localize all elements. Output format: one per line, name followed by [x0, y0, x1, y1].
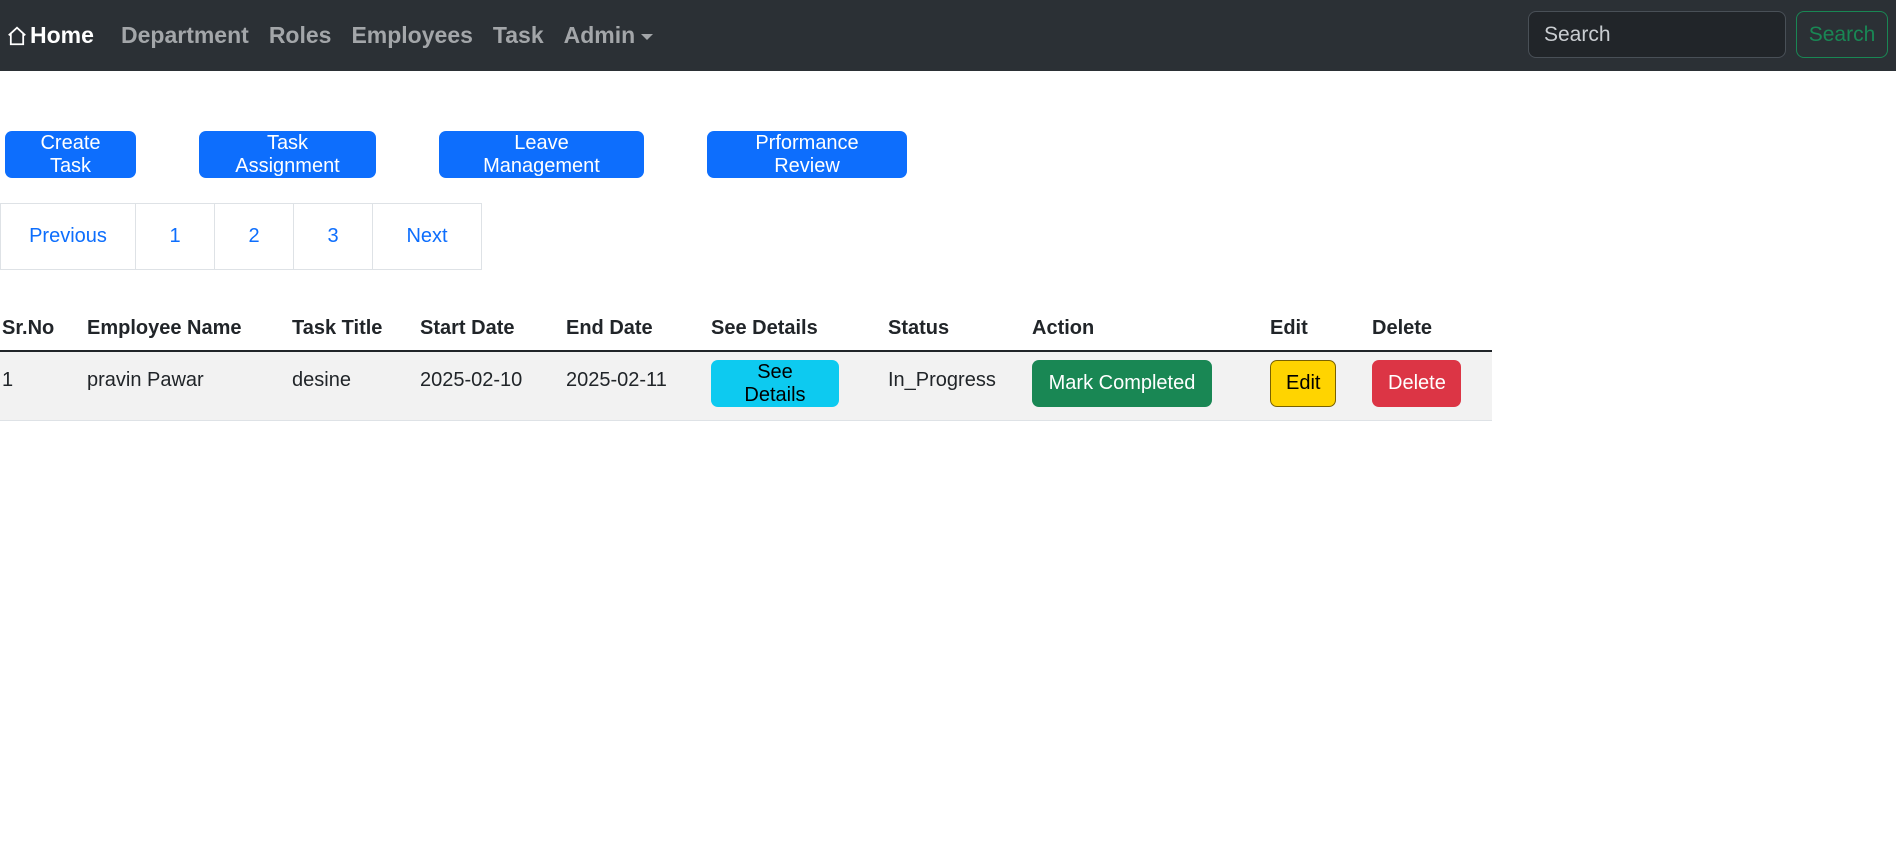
header-delete: Delete: [1372, 317, 1433, 339]
nav-employees[interactable]: Employees: [351, 22, 472, 49]
header-sr-no: Sr.No: [2, 317, 55, 339]
cell-see-details: See Details: [709, 351, 886, 420]
page-2[interactable]: 2: [214, 203, 294, 270]
header-end-date: End Date: [566, 317, 653, 339]
header-action: Action: [1032, 317, 1095, 339]
table-row: 1 pravin Pawar desine 2025-02-10 2025-02…: [0, 351, 1492, 420]
nav-department[interactable]: Department: [121, 22, 249, 49]
cell-employee-name: pravin Pawar: [87, 369, 204, 391]
performance-review-button[interactable]: Prformance Review: [707, 131, 907, 178]
create-task-button[interactable]: Create Task: [5, 131, 136, 178]
cell-start-date: 2025-02-10: [420, 369, 523, 391]
leave-management-button[interactable]: Leave Management: [439, 131, 644, 178]
page-next[interactable]: Next: [372, 203, 482, 270]
cell-action: Mark Completed: [1030, 351, 1268, 420]
search-input[interactable]: [1528, 11, 1786, 58]
edit-button[interactable]: Edit: [1270, 360, 1336, 407]
header-edit: Edit: [1270, 317, 1308, 339]
table-header: Sr.No Employee Name Task Title Start Dat…: [0, 307, 1492, 351]
nav-links: Department Roles Employees Task Admin: [121, 0, 673, 71]
task-table: Sr.No Employee Name Task Title Start Dat…: [0, 307, 1492, 421]
header-task-title: Task Title: [292, 317, 383, 339]
nav-task[interactable]: Task: [493, 22, 544, 49]
header-row: Sr.No Employee Name Task Title Start Dat…: [0, 307, 1492, 351]
nav-roles[interactable]: Roles: [269, 22, 332, 49]
see-details-button[interactable]: See Details: [711, 360, 839, 407]
page-1[interactable]: 1: [135, 203, 215, 270]
home-icon: [8, 26, 26, 45]
cell-edit: Edit: [1268, 351, 1370, 420]
page-previous[interactable]: Previous: [0, 203, 136, 270]
cell-task-title: desine: [292, 369, 351, 391]
caret-down-icon: [641, 33, 654, 40]
nav-admin-dropdown[interactable]: Admin: [564, 22, 654, 49]
delete-button[interactable]: Delete: [1372, 360, 1461, 407]
top-navbar: Home Department Roles Employees Task Adm…: [0, 0, 1896, 71]
header-see-details: See Details: [711, 317, 818, 339]
header-start-date: Start Date: [420, 317, 515, 339]
page-3[interactable]: 3: [293, 203, 373, 270]
cell-delete: Delete: [1370, 351, 1492, 420]
cell-end-date: 2025-02-11: [566, 369, 667, 391]
task-assignment-button[interactable]: Task Assignment: [199, 131, 376, 178]
cell-sr-no: 1: [2, 369, 14, 391]
home-link[interactable]: Home: [6, 0, 94, 71]
nav-admin-label: Admin: [563, 22, 636, 48]
mark-completed-button[interactable]: Mark Completed: [1032, 360, 1212, 407]
header-employee-name: Employee Name: [87, 317, 242, 339]
pagination: Previous 1 2 3 Next: [0, 203, 482, 270]
cell-status: In_Progress: [888, 369, 996, 391]
search-button[interactable]: Search: [1796, 11, 1888, 58]
header-status: Status: [888, 317, 950, 339]
home-label: Home: [30, 22, 94, 48]
